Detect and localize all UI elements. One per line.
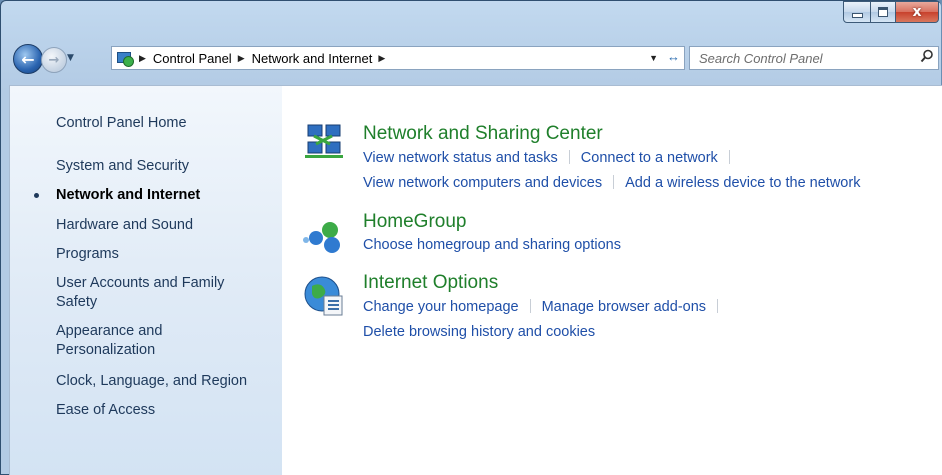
sidebar-item-control-panel-home[interactable]: Control Panel Home	[56, 114, 256, 133]
minimize-button[interactable]	[843, 1, 871, 23]
network-links-row-2: View network computers and devices Add a …	[363, 175, 860, 191]
breadcrumb-network-and-internet[interactable]: Network and Internet	[252, 51, 373, 66]
search-box	[689, 46, 939, 70]
close-button[interactable]: x	[896, 1, 939, 23]
link-divider	[717, 299, 719, 313]
add-wireless-device-link[interactable]: Add a wireless device to the network	[625, 175, 860, 191]
chevron-down-icon: ▼	[67, 53, 74, 63]
choose-homegroup-link[interactable]: Choose homegroup and sharing options	[363, 237, 621, 253]
homegroup-icon[interactable]	[302, 214, 346, 258]
internet-links-row-2: Delete browsing history and cookies	[363, 324, 595, 340]
link-divider	[728, 150, 730, 164]
breadcrumb-separator-icon[interactable]: ▶	[238, 53, 245, 64]
control-panel-icon	[115, 50, 134, 67]
breadcrumb-separator-icon[interactable]: ▶	[378, 53, 385, 64]
sidebar: Control Panel Home System and Security N…	[10, 86, 282, 475]
search-icon[interactable]	[920, 49, 934, 63]
homegroup-links-row-1: Choose homegroup and sharing options	[363, 237, 621, 253]
close-icon: x	[912, 4, 922, 20]
sidebar-item-system-and-security[interactable]: System and Security	[56, 157, 256, 176]
network-links-row-1: View network status and tasks Connect to …	[363, 150, 741, 166]
link-divider	[529, 299, 531, 313]
homegroup-title[interactable]: HomeGroup	[363, 211, 467, 233]
breadcrumb-separator-icon[interactable]: ▶	[139, 53, 146, 64]
sidebar-item-programs[interactable]: Programs	[56, 245, 256, 264]
control-panel-window: x ← → ▼ ▶ Control Panel ▶ Network and In…	[0, 0, 942, 475]
delete-history-link[interactable]: Delete browsing history and cookies	[363, 324, 595, 340]
content-area: Control Panel Home System and Security N…	[9, 85, 942, 475]
forward-arrow-icon: →	[48, 52, 60, 68]
main-pane: Network and Sharing Center View network …	[282, 86, 942, 475]
change-homepage-link[interactable]: Change your homepage	[363, 299, 519, 315]
maximize-icon	[878, 7, 888, 17]
network-sharing-icon[interactable]	[302, 122, 346, 166]
refresh-icon[interactable]: ↔	[667, 49, 680, 64]
recent-pages-dropdown[interactable]: ▼	[67, 53, 74, 63]
sidebar-item-clock-language-region[interactable]: Clock, Language, and Region	[56, 372, 256, 391]
maximize-button[interactable]	[871, 1, 896, 23]
search-input[interactable]	[697, 49, 911, 67]
manage-addons-link[interactable]: Manage browser add-ons	[542, 299, 706, 315]
sidebar-item-appearance[interactable]: Appearance and Personalization	[56, 322, 216, 360]
address-dropdown-icon[interactable]: ▼	[649, 53, 658, 63]
minimize-icon	[851, 12, 863, 18]
sidebar-item-network-and-internet[interactable]: Network and Internet	[56, 186, 256, 205]
view-network-status-link[interactable]: View network status and tasks	[363, 150, 558, 166]
connect-to-network-link[interactable]: Connect to a network	[581, 150, 718, 166]
internet-options-title[interactable]: Internet Options	[363, 272, 498, 294]
link-divider	[568, 150, 570, 164]
network-sharing-center-title[interactable]: Network and Sharing Center	[363, 123, 603, 145]
navigation-bar: ← → ▼ ▶ Control Panel ▶ Network and Inte…	[1, 44, 941, 74]
view-network-computers-link[interactable]: View network computers and devices	[363, 175, 602, 191]
back-arrow-icon: ←	[21, 49, 35, 69]
sidebar-item-hardware-and-sound[interactable]: Hardware and Sound	[56, 216, 256, 235]
link-divider	[613, 175, 615, 189]
sidebar-item-ease-of-access[interactable]: Ease of Access	[56, 401, 256, 420]
address-bar[interactable]: ▶ Control Panel ▶ Network and Internet ▶…	[111, 46, 685, 70]
current-page-bullet-icon	[34, 193, 39, 198]
caption-buttons: x	[843, 1, 939, 23]
sidebar-item-user-accounts[interactable]: User Accounts and Family Safety	[56, 274, 246, 312]
internet-links-row-1: Change your homepage Manage browser add-o…	[363, 299, 729, 315]
forward-button[interactable]: →	[41, 47, 67, 73]
breadcrumb-control-panel[interactable]: Control Panel	[153, 51, 232, 66]
back-button[interactable]: ←	[13, 44, 43, 74]
internet-options-icon[interactable]	[302, 274, 346, 318]
